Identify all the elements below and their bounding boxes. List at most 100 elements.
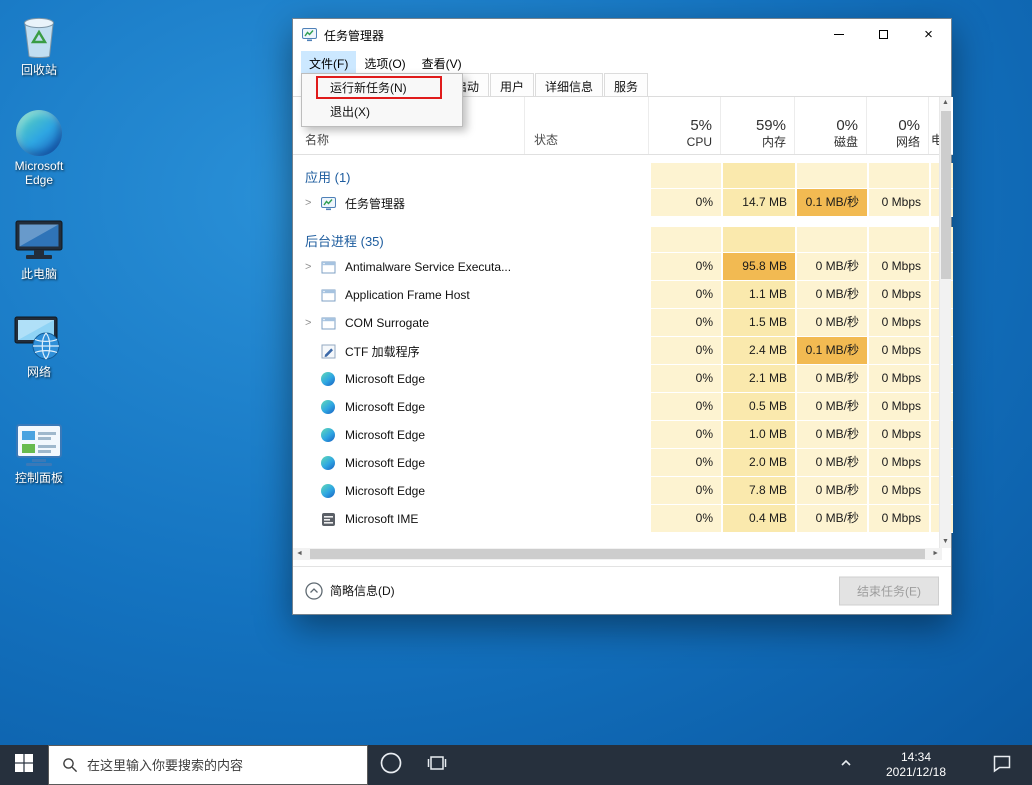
usage-label: 磁盘 xyxy=(834,135,858,150)
scroll-up-icon[interactable]: ▲ xyxy=(939,97,952,109)
process-row[interactable]: Microsoft Edge0%1.0 MB0 MB/秒0 Mbps xyxy=(293,421,953,449)
process-row[interactable]: Microsoft Edge0%7.8 MB0 MB/秒0 Mbps xyxy=(293,477,953,505)
window-controls: × xyxy=(816,19,951,50)
expand-chevron-icon[interactable]: > xyxy=(305,317,321,329)
process-group-header[interactable]: 应用 (1) xyxy=(293,163,953,189)
clock-date: 2021/12/18 xyxy=(872,765,960,780)
menu-file[interactable]: 文件(F) xyxy=(301,51,356,73)
vertical-scroll-thumb[interactable] xyxy=(941,111,951,279)
tab-details[interactable]: 详细信息 xyxy=(535,73,603,96)
action-center-icon xyxy=(991,752,1013,779)
status-cell xyxy=(525,163,649,189)
column-header-network[interactable]: 0%网络 xyxy=(867,97,929,154)
column-header-status[interactable]: 状态 xyxy=(525,97,649,154)
window-footer: 简略信息(D) 结束任务(E) xyxy=(293,566,951,614)
expand-chevron-icon[interactable]: > xyxy=(305,261,321,273)
menu-view[interactable]: 查看(V) xyxy=(414,51,470,73)
memory-cell xyxy=(721,163,795,189)
process-row[interactable]: > Antimalware Service Executa... 0%95.8 MB… xyxy=(293,253,953,281)
memory-cell: 2.1 MB xyxy=(721,365,795,393)
memory-cell: 0.5 MB xyxy=(721,393,795,421)
group-label: 应用 (1) xyxy=(293,163,525,189)
network-cell: 0 Mbps xyxy=(867,189,929,217)
minimize-icon xyxy=(834,34,844,35)
group-label: 后台进程 (35) xyxy=(293,227,525,253)
maximize-button[interactable] xyxy=(861,19,906,50)
task-view-button[interactable] xyxy=(414,745,460,785)
start-button[interactable] xyxy=(0,745,48,785)
usage-percent: 0% xyxy=(836,116,858,135)
process-name: Microsoft Edge xyxy=(345,400,425,414)
close-icon: × xyxy=(924,27,933,42)
status-cell xyxy=(525,337,649,365)
process-name-cell: Microsoft Edge xyxy=(293,421,525,449)
window-titlebar[interactable]: 任务管理器 × xyxy=(293,19,951,51)
menu-item-exit[interactable]: 退出(X) xyxy=(302,100,462,124)
cpu-cell: 0% xyxy=(649,477,721,505)
taskbar-search[interactable] xyxy=(48,745,368,785)
end-task-button[interactable]: 结束任务(E) xyxy=(839,576,939,605)
cpu-cell: 0% xyxy=(649,253,721,281)
disk-cell: 0 MB/秒 xyxy=(795,505,867,533)
horizontal-scroll-thumb[interactable] xyxy=(310,549,925,559)
process-row[interactable]: CTF 加载程序0%2.4 MB0.1 MB/秒0 Mbps xyxy=(293,337,953,365)
column-header-cpu[interactable]: 5%CPU xyxy=(649,97,721,154)
tab-services[interactable]: 服务 xyxy=(604,73,648,96)
status-cell xyxy=(525,281,649,309)
process-row[interactable]: >任务管理器0%14.7 MB0.1 MB/秒0 Mbps xyxy=(293,189,953,217)
action-center-button[interactable] xyxy=(982,752,1022,779)
disk-cell xyxy=(795,227,867,253)
menu-item-run-new-task[interactable]: 运行新任务(N) xyxy=(302,76,462,100)
process-row[interactable]: Microsoft Edge0%2.1 MB0 MB/秒0 Mbps xyxy=(293,365,953,393)
column-header-disk[interactable]: 0%磁盘 xyxy=(795,97,867,154)
show-hidden-icons-button[interactable] xyxy=(832,755,860,776)
vertical-scrollbar[interactable]: ▲ ▼ xyxy=(939,97,951,548)
column-header-memory[interactable]: 59%内存 xyxy=(721,97,795,154)
process-row[interactable]: Microsoft Edge0%0.5 MB0 MB/秒0 Mbps xyxy=(293,393,953,421)
process-name: Microsoft Edge xyxy=(345,456,425,470)
process-name: Antimalware Service Executa... xyxy=(345,260,511,274)
memory-cell: 95.8 MB xyxy=(721,253,795,281)
process-row[interactable]: Application Frame Host0%1.1 MB0 MB/秒0 Mb… xyxy=(293,281,953,309)
status-cell xyxy=(525,365,649,393)
tab-users[interactable]: 用户 xyxy=(490,73,534,96)
desktop-icon-control-panel[interactable]: 控制面板 xyxy=(2,418,76,485)
expand-chevron-icon[interactable]: > xyxy=(305,197,321,209)
process-name-cell: >COM Surrogate xyxy=(293,309,525,337)
cpu-cell: 0% xyxy=(649,309,721,337)
scroll-left-icon[interactable]: ◄ xyxy=(293,548,306,560)
search-input[interactable] xyxy=(87,758,367,773)
process-row[interactable]: Microsoft IME0%0.4 MB0 MB/秒0 Mbps xyxy=(293,505,953,533)
close-button[interactable]: × xyxy=(906,19,951,50)
minimize-button[interactable] xyxy=(816,19,861,50)
cpu-cell xyxy=(649,227,721,253)
scroll-down-icon[interactable]: ▼ xyxy=(939,536,952,548)
search-icon xyxy=(62,757,78,773)
edge-icon xyxy=(321,483,337,499)
cortana-button[interactable] xyxy=(368,745,414,785)
desktop-icon-recycle-bin[interactable]: 回收站 xyxy=(2,10,76,77)
memory-cell: 7.8 MB xyxy=(721,477,795,505)
edge-icon xyxy=(321,371,337,387)
process-name: Microsoft IME xyxy=(345,512,418,526)
cpu-cell: 0% xyxy=(649,281,721,309)
desktop-icon-this-pc[interactable]: 此电脑 xyxy=(2,214,76,281)
horizontal-scrollbar[interactable]: ◄ ► xyxy=(293,548,942,560)
process-row[interactable]: >COM Surrogate0%1.5 MB0 MB/秒0 Mbps xyxy=(293,309,953,337)
task-manager-icon xyxy=(302,27,318,43)
status-cell xyxy=(525,505,649,533)
desktop-icon-edge[interactable]: Microsoft Edge xyxy=(2,106,76,187)
process-group-header[interactable]: 后台进程 (35) xyxy=(293,227,953,253)
desktop-icon-network[interactable]: 网络 xyxy=(2,312,76,379)
process-name-cell: >任务管理器 xyxy=(293,189,525,217)
menu-options[interactable]: 选项(O) xyxy=(356,51,413,73)
maximize-icon xyxy=(879,30,888,39)
menu-item-run-new-task-label: 运行新任务(N) xyxy=(330,81,407,95)
edge-icon xyxy=(321,399,337,415)
taskbar-clock[interactable]: 14:34 2021/12/18 xyxy=(872,750,960,780)
process-row[interactable]: Microsoft Edge0%2.0 MB0 MB/秒0 Mbps xyxy=(293,449,953,477)
details-toggle[interactable]: 简略信息(D) xyxy=(305,582,395,600)
scroll-right-icon[interactable]: ► xyxy=(929,548,942,560)
disk-cell: 0 MB/秒 xyxy=(795,253,867,281)
disk-cell: 0 MB/秒 xyxy=(795,281,867,309)
